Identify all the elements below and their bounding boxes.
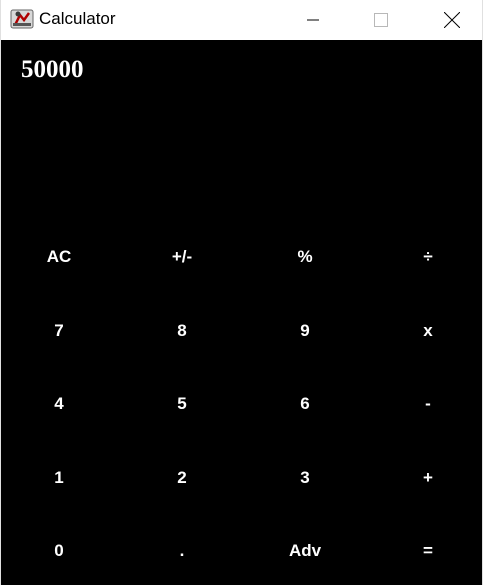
minimize-icon (307, 19, 319, 21)
close-button[interactable] (429, 0, 475, 40)
window-title: Calculator (39, 9, 116, 28)
equals-button[interactable]: = (368, 521, 483, 581)
sign-toggle-button[interactable]: +/- (122, 227, 242, 287)
all-clear-button[interactable]: AC (0, 227, 119, 287)
minimize-button[interactable] (290, 0, 336, 40)
subtract-button[interactable]: - (368, 374, 483, 434)
maximize-icon (374, 13, 388, 27)
title-bar[interactable]: Calculator (1, 0, 482, 40)
decimal-point-button[interactable]: . (122, 521, 242, 581)
digit-2-button[interactable]: 2 (122, 448, 242, 508)
calculator-body: 50000 AC +/- % ÷ 7 8 9 x 4 5 6 - 1 2 3 +… (1, 40, 482, 585)
digit-8-button[interactable]: 8 (122, 301, 242, 361)
digit-7-button[interactable]: 7 (0, 301, 119, 361)
digit-0-button[interactable]: 0 (0, 521, 119, 581)
calculator-window: Calculator 50000 AC +/- % ÷ 7 8 9 x 4 5 … (0, 0, 483, 585)
digit-4-button[interactable]: 4 (0, 374, 119, 434)
result-display: 50000 (21, 56, 84, 83)
close-icon (444, 12, 460, 28)
java-app-icon (10, 7, 34, 31)
digit-5-button[interactable]: 5 (122, 374, 242, 434)
digit-6-button[interactable]: 6 (245, 374, 365, 434)
add-button[interactable]: + (368, 448, 483, 508)
advanced-button[interactable]: Adv (245, 521, 365, 581)
maximize-button[interactable] (358, 0, 404, 40)
percent-button[interactable]: % (245, 227, 365, 287)
digit-3-button[interactable]: 3 (245, 448, 365, 508)
digit-1-button[interactable]: 1 (0, 448, 119, 508)
multiply-button[interactable]: x (368, 301, 483, 361)
digit-9-button[interactable]: 9 (245, 301, 365, 361)
divide-button[interactable]: ÷ (368, 227, 483, 287)
